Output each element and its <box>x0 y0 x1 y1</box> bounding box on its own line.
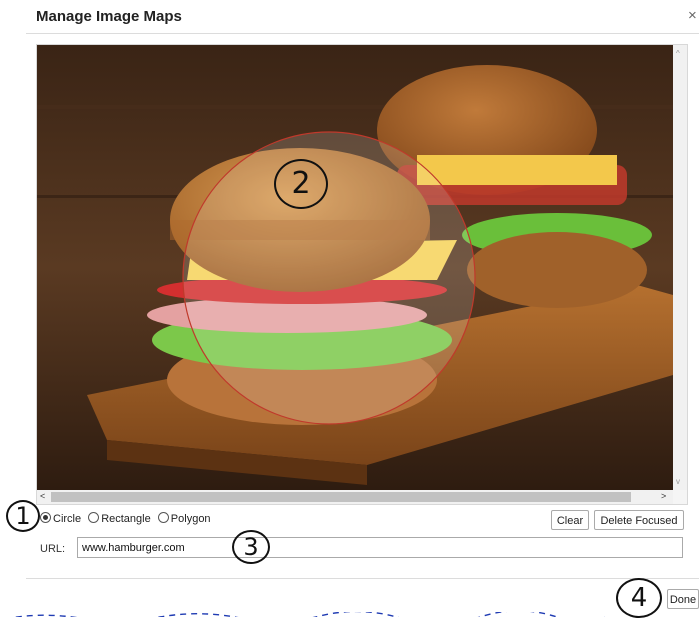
annotation-4: 4 <box>616 578 662 618</box>
horizontal-scroll-thumb[interactable] <box>51 492 631 502</box>
hamburger-photo[interactable]: 2 <box>37 45 673 490</box>
scroll-down-icon[interactable]: v <box>676 477 680 486</box>
shape-option-rectangle[interactable]: Rectangle <box>88 512 151 525</box>
radio-circle[interactable] <box>40 512 51 523</box>
url-input[interactable] <box>77 537 683 558</box>
radio-rectangle[interactable] <box>88 512 100 523</box>
radio-polygon[interactable] <box>157 512 169 523</box>
scroll-right-icon[interactable]: > <box>661 491 666 501</box>
manage-image-maps-dialog: Manage Image Maps × 2 ^ v < > Circle Rec… <box>0 0 699 618</box>
url-label: URL: <box>40 543 66 555</box>
clear-button[interactable]: Clear <box>551 510 589 530</box>
footer-divider <box>26 578 699 579</box>
shape-option-circle[interactable]: Circle <box>40 512 81 525</box>
scroll-left-icon[interactable]: < <box>40 491 45 501</box>
horizontal-scrollbar[interactable]: < > <box>37 490 673 504</box>
close-icon[interactable]: × <box>688 7 697 24</box>
shape-selector: Circle Rectangle Polygon <box>40 512 215 525</box>
annotation-2: 2 <box>274 159 328 209</box>
delete-focused-button[interactable]: Delete Focused <box>594 510 684 530</box>
dialog-title: Manage Image Maps <box>36 8 182 25</box>
handwritten-note-scribble <box>0 608 610 617</box>
annotation-1: 1 <box>6 500 40 532</box>
vertical-scrollbar[interactable]: ^ v <box>673 45 687 490</box>
shape-option-polygon[interactable]: Polygon <box>157 512 211 525</box>
done-button[interactable]: Done <box>667 589 699 609</box>
scroll-up-icon[interactable]: ^ <box>676 49 680 58</box>
annotation-3: 3 <box>232 530 270 564</box>
image-map-canvas[interactable]: 2 ^ v < > <box>36 44 688 505</box>
title-divider <box>26 33 699 34</box>
